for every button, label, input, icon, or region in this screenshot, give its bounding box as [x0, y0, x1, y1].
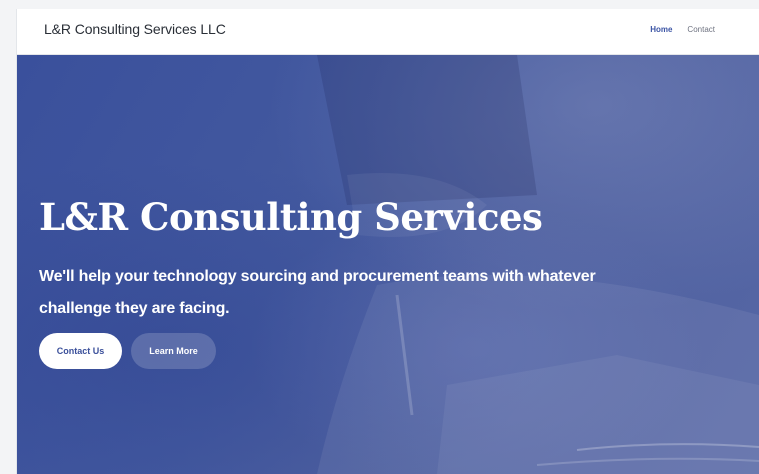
browser-page: L&R Consulting Services LLC Home Contact…	[17, 9, 759, 474]
nav-home-link[interactable]: Home	[650, 25, 672, 34]
hero-subtitle: We'll help your technology sourcing and …	[39, 268, 596, 317]
learn-more-button[interactable]: Learn More	[131, 333, 216, 369]
site-brand[interactable]: L&R Consulting Services LLC	[44, 21, 226, 37]
hero-section: L&R Consulting Services We'll help your …	[17, 55, 759, 474]
nav-links: Home Contact	[650, 25, 715, 34]
site-navbar: L&R Consulting Services LLC Home Contact	[17, 9, 759, 55]
contact-us-button[interactable]: Contact Us	[39, 333, 122, 369]
hero-title: L&R Consulting Services	[39, 195, 543, 239]
nav-contact-link[interactable]: Contact	[687, 25, 715, 34]
